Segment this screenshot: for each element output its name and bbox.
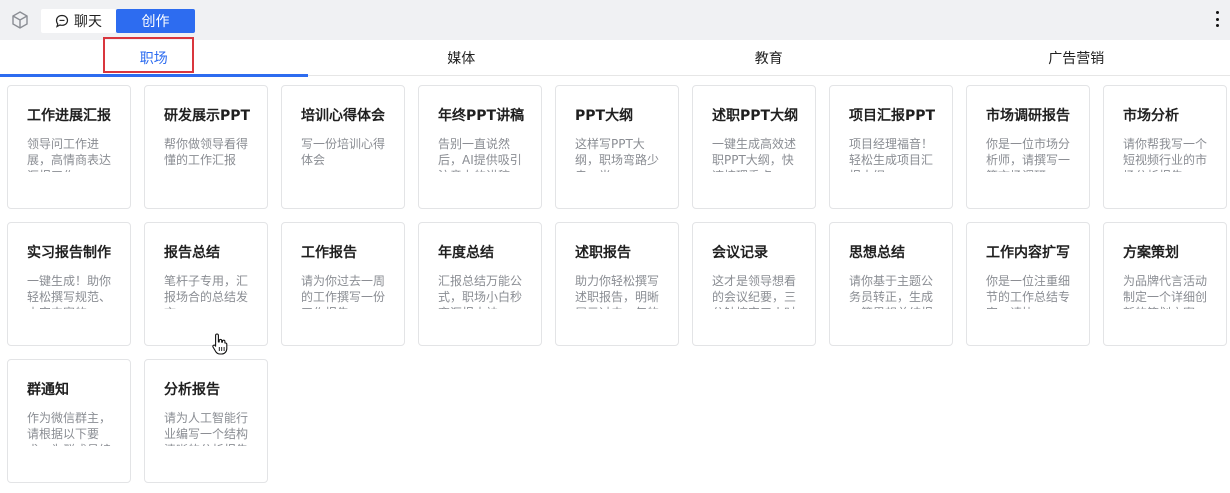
card-title: 思想总结: [849, 245, 905, 261]
card-description: 汇报总结万能公式，职场小白秒变汇报大神: [438, 274, 523, 309]
card-description: 告别一直说然后，AI提供吸引注意力的讲稿: [438, 137, 522, 172]
tab-label: 媒体: [447, 51, 476, 67]
card-title: 年度总结: [438, 245, 494, 261]
template-card[interactable]: 培训心得体会 写一份培训心得体会: [281, 85, 405, 209]
category-tabs: 职场 媒体 教育 广告营销: [0, 40, 1230, 77]
card-title: 工作报告: [301, 245, 357, 261]
card-description: 你是一位市场分析师，请撰写一篇市场调研: [986, 137, 1071, 172]
card-description: 这样写PPT大纲，职场弯路少走一半: [575, 137, 660, 172]
card-title: 项目汇报PPT: [849, 108, 936, 124]
card-description: 作为微信群主，请根据以下要求，为群成员编写一条: [27, 411, 112, 446]
template-card[interactable]: 工作内容扩写 你是一位注重细节的工作总结专家，请协: [966, 222, 1090, 346]
mode-create-button[interactable]: 创作: [116, 9, 195, 33]
template-card[interactable]: 思想总结 请你基于主题公务员转正，生成一篇思想总结报告: [829, 222, 953, 346]
card-title: 会议记录: [712, 245, 768, 261]
template-card[interactable]: 会议记录 这才是领导想看的会议纪要，三分钟搞定三小时的会: [692, 222, 816, 346]
template-card[interactable]: 市场分析 请你帮我写一个短视频行业的市场分析报告: [1103, 85, 1227, 209]
template-card[interactable]: 项目汇报PPT 项目经理福音！轻松生成项目汇报大纲: [829, 85, 953, 209]
cube-icon[interactable]: [10, 10, 30, 30]
card-description: 一键生成高效述职PPT大纲，快速梳理重点: [712, 137, 797, 172]
card-description: 笔杆子专用，汇报场合的总结发言: [164, 274, 249, 309]
mode-create-label: 创作: [141, 14, 170, 30]
card-title: 培训心得体会: [301, 108, 385, 124]
mode-chat-button[interactable]: 聊天: [41, 9, 116, 33]
template-card[interactable]: 述职报告 助力你轻松撰写述职报告，明晰展示过去一年的绩效亮点: [555, 222, 679, 346]
card-description: 这才是领导想看的会议纪要，三分钟搞定三小时的会: [712, 274, 797, 309]
tab-workplace[interactable]: 职场: [0, 40, 308, 77]
card-description: 请你基于主题公务员转正，生成一篇思想总结报告: [849, 274, 934, 309]
card-title: 群通知: [27, 382, 69, 398]
template-card[interactable]: 工作进展汇报 领导问工作进展，高情商表达汇报工作: [7, 85, 131, 209]
card-description: 一键生成！助你轻松撰写规范、内容丰富的: [27, 274, 112, 309]
template-card[interactable]: 年度总结 汇报总结万能公式，职场小白秒变汇报大神: [418, 222, 542, 346]
card-title: 工作进展汇报: [27, 108, 111, 124]
tab-media[interactable]: 媒体: [308, 40, 616, 76]
more-vertical-icon[interactable]: [1210, 9, 1224, 29]
template-card[interactable]: 工作报告 请为你过去一周的工作撰写一份工作报告: [281, 222, 405, 346]
card-description: 领导问工作进展，高情商表达汇报工作: [27, 137, 112, 172]
template-card[interactable]: 群通知 作为微信群主，请根据以下要求，为群成员编写一条: [7, 359, 131, 483]
chat-bubble-icon: [55, 14, 69, 28]
card-description: 项目经理福音！轻松生成项目汇报大纲: [849, 137, 934, 172]
card-description: 请为人工智能行业编写一个结构清晰的分析报告: [164, 411, 249, 446]
template-card[interactable]: 述职PPT大纲 一键生成高效述职PPT大纲，快速梳理重点: [692, 85, 816, 209]
card-title: 工作内容扩写: [986, 245, 1070, 261]
template-card[interactable]: PPT大纲 这样写PPT大纲，职场弯路少走一半: [555, 85, 679, 209]
card-title: PPT大纲: [575, 108, 634, 124]
template-card[interactable]: 年终PPT讲稿 告别一直说然后，AI提供吸引注意力的讲稿: [418, 85, 542, 209]
card-title: 方案策划: [1123, 245, 1179, 261]
card-title: 述职PPT大纲: [712, 108, 799, 124]
card-title: 述职报告: [575, 245, 631, 261]
card-title: 实习报告制作: [27, 245, 111, 261]
tab-education[interactable]: 教育: [615, 40, 923, 76]
tab-label: 职场: [139, 51, 168, 67]
template-card[interactable]: 实习报告制作 一键生成！助你轻松撰写规范、内容丰富的: [7, 222, 131, 346]
tab-label: 广告营销: [1048, 51, 1105, 67]
card-description: 你是一位注重细节的工作总结专家，请协: [986, 274, 1071, 309]
card-title: 报告总结: [164, 245, 220, 261]
card-description: 帮你做领导看得懂的工作汇报: [164, 137, 249, 167]
template-card[interactable]: 方案策划 为品牌代言活动制定一个详细创新的策划方案: [1103, 222, 1227, 346]
template-card[interactable]: 分析报告 请为人工智能行业编写一个结构清晰的分析报告: [144, 359, 268, 483]
card-description: 请你帮我写一个短视频行业的市场分析报告: [1123, 137, 1208, 172]
card-title: 研发展示PPT: [164, 108, 251, 124]
card-description: 助力你轻松撰写述职报告，明晰展示过去一年的绩效亮点: [575, 274, 660, 309]
mode-chat-label: 聊天: [74, 14, 102, 30]
card-description: 请为你过去一周的工作撰写一份工作报告: [301, 274, 386, 309]
card-title: 年终PPT讲稿: [438, 108, 525, 124]
template-card[interactable]: 报告总结 笔杆子专用，汇报场合的总结发言: [144, 222, 268, 346]
tab-advertising[interactable]: 广告营销: [923, 40, 1230, 76]
template-card[interactable]: 研发展示PPT 帮你做领导看得懂的工作汇报: [144, 85, 268, 209]
template-card[interactable]: 市场调研报告 你是一位市场分析师，请撰写一篇市场调研: [966, 85, 1090, 209]
card-description: 为品牌代言活动制定一个详细创新的策划方案: [1123, 274, 1208, 309]
card-title: 分析报告: [164, 382, 220, 398]
tab-label: 教育: [754, 51, 783, 67]
card-description: 写一份培训心得体会: [301, 137, 386, 167]
card-title: 市场分析: [1123, 108, 1179, 124]
top-bar: 聊天 创作: [0, 0, 1230, 40]
card-title: 市场调研报告: [986, 108, 1070, 124]
